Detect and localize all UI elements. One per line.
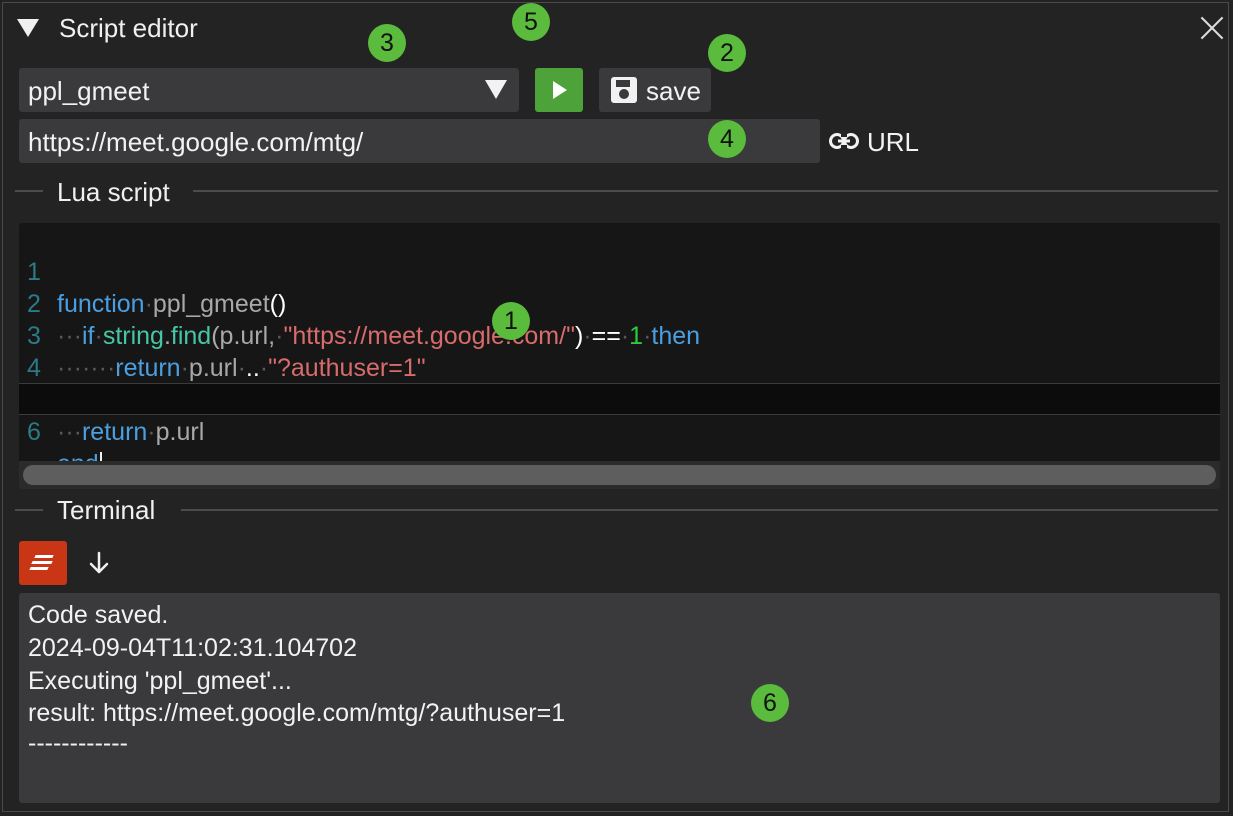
clear-terminal-button[interactable] — [19, 541, 67, 585]
url-button-label: URL — [867, 127, 920, 157]
code-editor[interactable]: 1 function·ppl_gmeet() 2 ···if·string.fi… — [19, 223, 1220, 489]
code-token: return — [81, 418, 148, 446]
callout-5: 5 — [512, 3, 550, 41]
terminal-section-label: Terminal — [57, 495, 156, 525]
separator-line — [15, 190, 43, 192]
code-line: 4 ···end — [19, 320, 1220, 414]
floppy-disk-icon — [611, 77, 637, 103]
callout-3: 3 — [368, 24, 406, 62]
save-button[interactable]: save — [599, 68, 711, 112]
callout-1: 1 — [492, 302, 530, 340]
code-line: 1 function·ppl_gmeet() — [27, 258, 287, 318]
collapse-triangle-icon[interactable] — [17, 19, 39, 37]
separator-line — [193, 190, 1218, 192]
run-button[interactable] — [535, 68, 583, 112]
current-code-line: 6 end — [19, 383, 1220, 479]
horizontal-scrollbar[interactable] — [19, 461, 1220, 489]
terminal-line: result: https://meet.google.com/mtg/?aut… — [28, 699, 566, 727]
chevron-down-icon — [485, 80, 507, 99]
play-icon — [553, 81, 567, 99]
callout-4: 4 — [708, 120, 746, 158]
code-line: 5 ···return·p.url — [19, 352, 1220, 446]
link-icon — [829, 133, 859, 149]
callout-2: 2 — [708, 34, 746, 72]
code-token: p.url — [155, 418, 205, 446]
callout-6: 6 — [751, 684, 789, 722]
line-number: 6 — [27, 418, 41, 446]
url-input-value: https://meet.google.com/mtg/ — [28, 127, 364, 157]
terminal-line: ------------ — [28, 729, 128, 757]
terminal-line: Code saved. — [28, 601, 169, 629]
window-title: Script editor — [59, 13, 198, 43]
url-button[interactable]: URL — [829, 121, 929, 161]
terminal-line: 2024-09-04T11:02:31.104702 — [28, 634, 357, 662]
close-icon[interactable] — [1199, 15, 1225, 41]
separator-line — [15, 509, 43, 511]
code-line: 3 ·······return·p.url·..·"?authuser=1" — [27, 322, 426, 382]
separator-line — [181, 509, 1218, 511]
terminal-output: Code saved. 2024-09-04T11:02:31.104702 E… — [19, 593, 1220, 803]
script-select[interactable]: ppl_gmeet — [19, 68, 519, 112]
script-select-value: ppl_gmeet — [28, 76, 150, 106]
code-line: 2 ···if·string.find(p.url,·"https://meet… — [27, 290, 701, 350]
arrow-down-icon[interactable] — [85, 549, 113, 577]
script-editor-panel: Script editor ppl_gmeet save https://mee… — [2, 2, 1229, 812]
url-input[interactable]: https://meet.google.com/mtg/ — [19, 119, 820, 163]
scrollbar-thumb[interactable] — [23, 465, 1216, 485]
lua-script-section-label: Lua script — [57, 177, 170, 207]
save-button-label: save — [646, 76, 701, 106]
terminal-line: Executing 'ppl_gmeet'... — [28, 667, 292, 695]
